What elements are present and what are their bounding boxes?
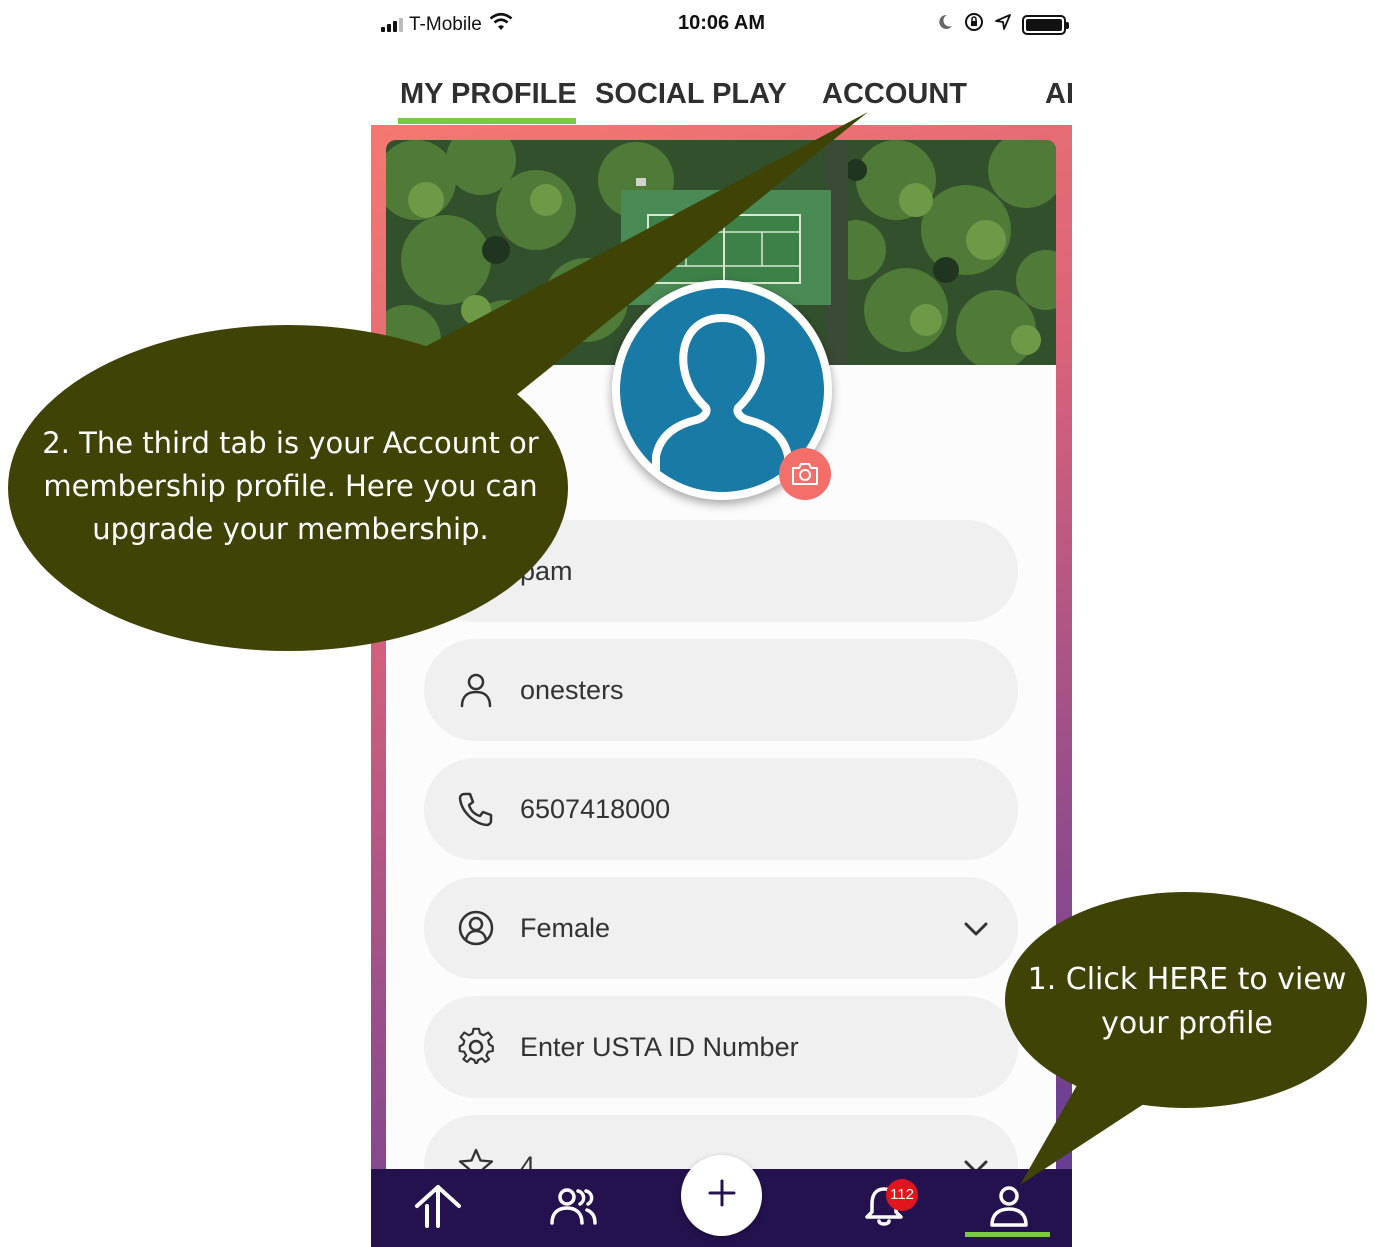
gender-select[interactable]: Female xyxy=(424,877,1018,979)
username-value: onesters xyxy=(520,675,624,705)
profile-tabs: MY PROFILE SOCIAL PLAY ACCOUNT AI xyxy=(371,70,1072,126)
notification-badge: 112 xyxy=(886,1179,918,1211)
user-icon xyxy=(456,551,496,591)
nav-social[interactable] xyxy=(539,1169,609,1247)
moon-icon xyxy=(936,13,954,36)
phone-field[interactable]: 6507418000 xyxy=(424,758,1018,860)
rotation-lock-icon xyxy=(964,12,984,37)
phone-value: 6507418000 xyxy=(520,794,671,824)
home-icon xyxy=(413,1184,463,1233)
gear-icon xyxy=(456,1027,496,1067)
username-field[interactable]: onesters xyxy=(424,639,1018,741)
tab-ai[interactable]: AI xyxy=(1045,78,1072,111)
gender-icon xyxy=(456,908,496,948)
profile-card: pam onesters 6507418000 Female Enter UST… xyxy=(386,140,1056,1247)
gender-value: Female xyxy=(520,913,611,943)
screenshot: T-Mobile 10:06 AM MY PROFILE SOCIAL PLAY… xyxy=(0,0,1375,1247)
profile-frame: pam onesters 6507418000 Female Enter UST… xyxy=(371,125,1072,1247)
callout-profile-nav: 1. Click HERE to view your profile xyxy=(1027,962,1347,1041)
phone-icon xyxy=(456,789,496,829)
social-group-icon xyxy=(547,1186,601,1231)
plus-icon xyxy=(707,1178,737,1213)
camera-icon[interactable] xyxy=(779,448,831,500)
location-icon xyxy=(994,13,1012,36)
tab-my-profile[interactable]: MY PROFILE xyxy=(400,78,577,111)
nav-home[interactable] xyxy=(403,1169,473,1247)
active-nav-indicator xyxy=(965,1232,1050,1237)
status-icons xyxy=(936,12,1069,37)
tab-account[interactable]: ACCOUNT xyxy=(822,78,967,111)
status-bar: T-Mobile 10:06 AM xyxy=(371,0,1072,50)
usta-id-placeholder: Enter USTA ID Number xyxy=(520,1032,799,1062)
phone-screen: T-Mobile 10:06 AM MY PROFILE SOCIAL PLAY… xyxy=(371,0,1072,1247)
callout-account-tab: 2. The third tab is your Account or memb… xyxy=(42,426,539,546)
tab-social-play[interactable]: SOCIAL PLAY xyxy=(595,78,787,111)
user-icon xyxy=(456,670,496,710)
usta-id-field[interactable]: Enter USTA ID Number xyxy=(424,996,1018,1098)
add-button[interactable] xyxy=(681,1155,762,1236)
chevron-down-icon xyxy=(960,913,992,945)
active-tab-indicator xyxy=(398,118,576,124)
battery-icon xyxy=(1022,14,1069,35)
profile-icon xyxy=(987,1184,1031,1233)
